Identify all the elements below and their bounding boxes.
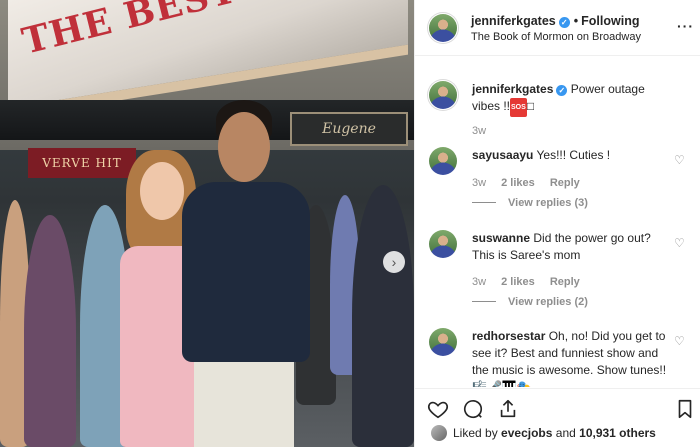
liked-by-prefix: Liked by	[453, 426, 498, 440]
replies-divider	[472, 301, 496, 302]
commenter-avatar[interactable]	[429, 230, 457, 258]
commenter-avatar[interactable]	[429, 147, 457, 175]
view-replies-label: View replies (3)	[508, 197, 588, 209]
sos-emoji: SOS	[510, 98, 527, 117]
following-button[interactable]: Following	[581, 14, 639, 28]
commenter-avatar[interactable]	[429, 328, 457, 356]
crowd-person	[352, 185, 414, 447]
caption-time[interactable]: 3w	[472, 125, 486, 137]
post-side-panel: jenniferkgates ✓ • Following The Book of Mo…	[414, 0, 700, 447]
comments-list[interactable]: jenniferkgates ✓ Power outage vibes !!SOS…	[415, 57, 700, 387]
caption-meta: 3w	[472, 125, 498, 137]
post-header: jenniferkgates ✓ • Following The Book of Mo…	[415, 0, 700, 56]
post-photo[interactable]: THE BEST MUSICAL VERVE HIT Eugene ›	[0, 0, 414, 447]
comment-text: sayusaayu Yes!!! Cuties !	[472, 147, 670, 164]
comment-like-icon[interactable]: ♡	[674, 153, 685, 167]
man-figure	[176, 100, 310, 447]
crowd-person	[24, 215, 76, 447]
replies-divider	[472, 202, 496, 203]
comment-body: Yes!!! Cuties !	[536, 148, 611, 162]
view-replies-button[interactable]: View replies (2)	[472, 296, 588, 308]
author-avatar[interactable]	[429, 14, 457, 42]
commenter-username[interactable]: sayusaayu	[472, 148, 533, 162]
post-action-bar	[415, 388, 700, 422]
next-photo-button[interactable]: ›	[383, 251, 405, 273]
caption-avatar[interactable]	[429, 81, 457, 109]
verified-badge-icon: ✓	[556, 85, 568, 96]
separator-dot: •	[573, 14, 579, 28]
view-replies-label: View replies (2)	[508, 296, 588, 308]
comment-time[interactable]: 3w	[472, 276, 486, 288]
comment-likes[interactable]: 2 likes	[501, 276, 535, 288]
caption-emoji-tail: □	[526, 99, 535, 113]
post-location[interactable]: The Book of Mormon on Broadway	[471, 31, 641, 43]
comment-icon[interactable]	[462, 398, 484, 420]
comment-likes[interactable]: 2 likes	[501, 177, 535, 189]
comment-meta: 3w 2 likes Reply	[472, 177, 592, 189]
comment-text: suswanne Did the power go out? This is S…	[472, 230, 670, 264]
reply-button[interactable]: Reply	[550, 177, 580, 189]
liked-by-and: and	[555, 426, 576, 440]
liked-by-line: Liked by evecjobs and 10,931 others	[431, 425, 656, 441]
liker-avatar[interactable]	[431, 425, 447, 441]
man-face	[218, 112, 270, 182]
bookmark-icon[interactable]	[674, 398, 696, 420]
comment-meta: 3w 2 likes Reply	[472, 276, 592, 288]
caption-username[interactable]: jenniferkgates	[472, 82, 553, 96]
comment-text: redhorsestar Oh, no! Did you get to see …	[472, 328, 670, 387]
reply-button[interactable]: Reply	[550, 276, 580, 288]
man-shirt	[182, 182, 310, 362]
commenter-username[interactable]: redhorsestar	[472, 329, 545, 343]
heart-icon[interactable]	[427, 398, 449, 420]
commenter-username[interactable]: suswanne	[472, 231, 530, 245]
comment-time[interactable]: 3w	[472, 177, 486, 189]
caption-text: jenniferkgates ✓ Power outage vibes !!SOS…	[472, 81, 670, 117]
more-options-icon[interactable]: ···	[677, 18, 694, 34]
author-username[interactable]: jenniferkgates	[471, 14, 556, 28]
man-pants	[194, 362, 294, 447]
liked-by-user[interactable]: evecjobs	[501, 426, 552, 440]
comment-like-icon[interactable]: ♡	[674, 236, 685, 250]
view-replies-button[interactable]: View replies (3)	[472, 197, 588, 209]
verified-badge-icon: ✓	[558, 17, 570, 28]
comment-like-icon[interactable]: ♡	[674, 334, 685, 348]
share-icon[interactable]	[497, 398, 519, 420]
author-line: jenniferkgates ✓ • Following	[471, 14, 639, 28]
liked-by-others[interactable]: 10,931 others	[579, 426, 656, 440]
